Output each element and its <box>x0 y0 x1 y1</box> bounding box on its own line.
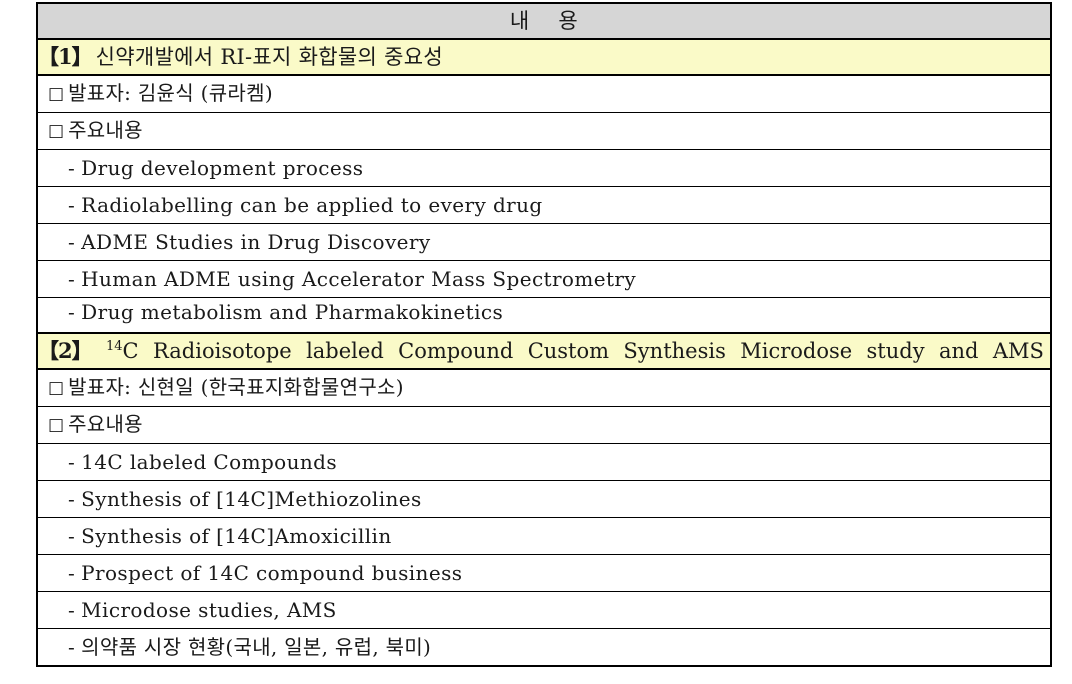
row-text: 발표자: 신현일 (한국표지화합물연구소) <box>68 375 404 399</box>
row-text: Human ADME using Accelerator Mass Spectr… <box>81 267 637 291</box>
row-cell: -14C labeled Compounds <box>37 443 1051 481</box>
table-row: - Prospect of 14C compound business <box>37 554 1051 592</box>
section-1-title-text: 신약개발에서 RI-표지 화합물의 중요성 <box>95 45 443 69</box>
table-row: □ 주요내용 <box>37 112 1051 150</box>
bullet-line: - Drug metabolism and Pharmakokinetics <box>48 298 1050 330</box>
bullet-line: - Radiolabelling can be applied to every … <box>48 188 1050 222</box>
section-1-header-row: 【1】 신약개발에서 RI-표지 화합물의 중요성 <box>37 38 1051 76</box>
section-2-word-3: Compound <box>398 339 514 363</box>
bullet-line: - Synthesis of [14C]Methiozolines <box>48 482 1050 516</box>
section-2-header-cell: 【2】 14C Radioisotope labeled Compound Custom S… <box>37 332 1051 370</box>
row-cell: - Synthesis of [14C]Amoxicillin <box>37 517 1051 555</box>
row-text: 14C labeled Compounds <box>81 450 338 474</box>
table-header-row: 내 용 <box>37 3 1051 40</box>
row-text: Drug metabolism and Pharmakokinetics <box>81 300 504 324</box>
section-1-number: 【1】 <box>38 44 93 69</box>
row-cell: - Drug metabolism and Pharmakokinetics <box>37 298 1051 334</box>
section-2-word-8: and <box>938 339 979 363</box>
section-2-word-1: Radioisotope <box>152 339 292 363</box>
section-2-word-6: Microdose <box>740 339 853 363</box>
row-cell: - ADME Studies in Drug Discovery <box>37 223 1051 261</box>
section-2-word-0: C <box>122 339 139 363</box>
bullet-line: - ADME Studies in Drug Discovery <box>48 225 1050 259</box>
checkbox-line: □ 발표자: 신현일 (한국표지화합물연구소) <box>48 370 1050 406</box>
content-table: 내 용 【1】 신약개발에서 RI-표지 화합물의 중요성 □ 발표자: 김윤식 (… <box>36 2 1052 667</box>
row-text: Microdose studies, AMS <box>81 598 337 622</box>
bullet-line: - Human ADME using Accelerator Mass Spect… <box>48 262 1050 296</box>
section-2-word-isotope-c: 14C <box>106 334 139 368</box>
table-row: - Synthesis of [14C]Amoxicillin <box>37 517 1051 555</box>
bullet-line: -14C labeled Compounds <box>48 445 1050 479</box>
row-text: 의약품 시장 현황(국내, 일본, 유럽, 북미) <box>81 635 432 659</box>
row-cell: □ 주요내용 <box>37 112 1051 150</box>
section-2-title: 【2】 14C Radioisotope labeled Compound Custom S… <box>38 334 1050 368</box>
section-2-word-9: AMS <box>992 339 1044 363</box>
row-cell: □ 발표자: 김윤식 (큐라켐) <box>37 75 1051 113</box>
superscript-14: 14 <box>105 339 123 354</box>
checkbox-line: □ 발표자: 김윤식 (큐라켐) <box>48 76 1050 112</box>
row-text: 발표자: 김윤식 (큐라켐) <box>68 81 273 105</box>
section-2-word-5: Synthesis <box>623 339 726 363</box>
section-2-word-7: study <box>866 339 925 363</box>
table-row: - ADME Studies in Drug Discovery <box>37 223 1051 261</box>
document-page: 내 용 【1】 신약개발에서 RI-표지 화합물의 중요성 □ 발표자: 김윤식 (… <box>0 0 1072 684</box>
section-1-header-cell: 【1】 신약개발에서 RI-표지 화합물의 중요성 <box>37 38 1051 76</box>
bullet-line: - Microdose studies, AMS <box>48 593 1050 627</box>
row-text: Synthesis of [14C]Methiozolines <box>81 487 422 511</box>
row-text: Prospect of 14C compound business <box>81 561 463 585</box>
column-header-cell: 내 용 <box>37 3 1051 40</box>
bullet-line: - Drug development process <box>48 151 1050 185</box>
checkbox-line: □ 주요내용 <box>48 407 1050 443</box>
table-body: 내 용 【1】 신약개발에서 RI-표지 화합물의 중요성 □ 발표자: 김윤식 (… <box>37 3 1051 666</box>
row-text: Synthesis of [14C]Amoxicillin <box>81 524 392 548</box>
table-row: - 의약품 시장 현황(국내, 일본, 유럽, 북미) <box>37 629 1051 667</box>
row-cell: - 의약품 시장 현황(국내, 일본, 유럽, 북미) <box>37 629 1051 667</box>
table-row: □ 발표자: 김윤식 (큐라켐) <box>37 75 1051 113</box>
section-2-header-row: 【2】 14C Radioisotope labeled Compound Custom S… <box>37 332 1051 370</box>
table-row-clipped: - Drug metabolism and Pharmakokinetics <box>37 298 1051 334</box>
row-cell: - Human ADME using Accelerator Mass Spect… <box>37 260 1051 298</box>
table-row: □ 주요내용 <box>37 406 1051 444</box>
checkbox-icon: □ <box>48 378 65 398</box>
row-cell: - Microdose studies, AMS <box>37 591 1051 629</box>
row-cell: - Drug development process <box>37 149 1051 187</box>
table-row: □ 발표자: 신현일 (한국표지화합물연구소) <box>37 369 1051 407</box>
section-2-word-2: labeled <box>306 339 384 363</box>
checkbox-line: □ 주요내용 <box>48 113 1050 149</box>
checkbox-icon: □ <box>48 415 65 435</box>
row-text: 주요내용 <box>68 118 143 142</box>
row-text: ADME Studies in Drug Discovery <box>81 230 431 254</box>
checkbox-icon: □ <box>48 121 65 141</box>
bullet-line: - Prospect of 14C compound business <box>48 556 1050 590</box>
table-row: - Drug development process <box>37 149 1051 187</box>
table-row: - Radiolabelling can be applied to every … <box>37 186 1051 224</box>
section-2-word-4: Custom <box>527 339 610 363</box>
column-header-label: 내 용 <box>509 9 579 33</box>
table-row: - Human ADME using Accelerator Mass Spect… <box>37 260 1051 298</box>
table-row: - Microdose studies, AMS <box>37 591 1051 629</box>
row-cell: - Radiolabelling can be applied to every … <box>37 186 1051 224</box>
row-cell: □ 발표자: 신현일 (한국표지화합물연구소) <box>37 369 1051 407</box>
row-text: Drug development process <box>81 156 364 180</box>
row-cell: □ 주요내용 <box>37 406 1051 444</box>
bullet-line: - 의약품 시장 현황(국내, 일본, 유럽, 북미) <box>48 630 1050 664</box>
section-2-number: 【2】 <box>38 338 93 363</box>
table-row: - Synthesis of [14C]Methiozolines <box>37 480 1051 518</box>
row-cell: - Synthesis of [14C]Methiozolines <box>37 480 1051 518</box>
row-text: 주요내용 <box>68 412 143 436</box>
row-text: Radiolabelling can be applied to every d… <box>81 193 543 217</box>
table-row: -14C labeled Compounds <box>37 443 1051 481</box>
checkbox-icon: □ <box>48 84 65 104</box>
row-cell: - Prospect of 14C compound business <box>37 554 1051 592</box>
section-1-title: 【1】 신약개발에서 RI-표지 화합물의 중요성 <box>38 40 1050 74</box>
bullet-line: - Synthesis of [14C]Amoxicillin <box>48 519 1050 553</box>
